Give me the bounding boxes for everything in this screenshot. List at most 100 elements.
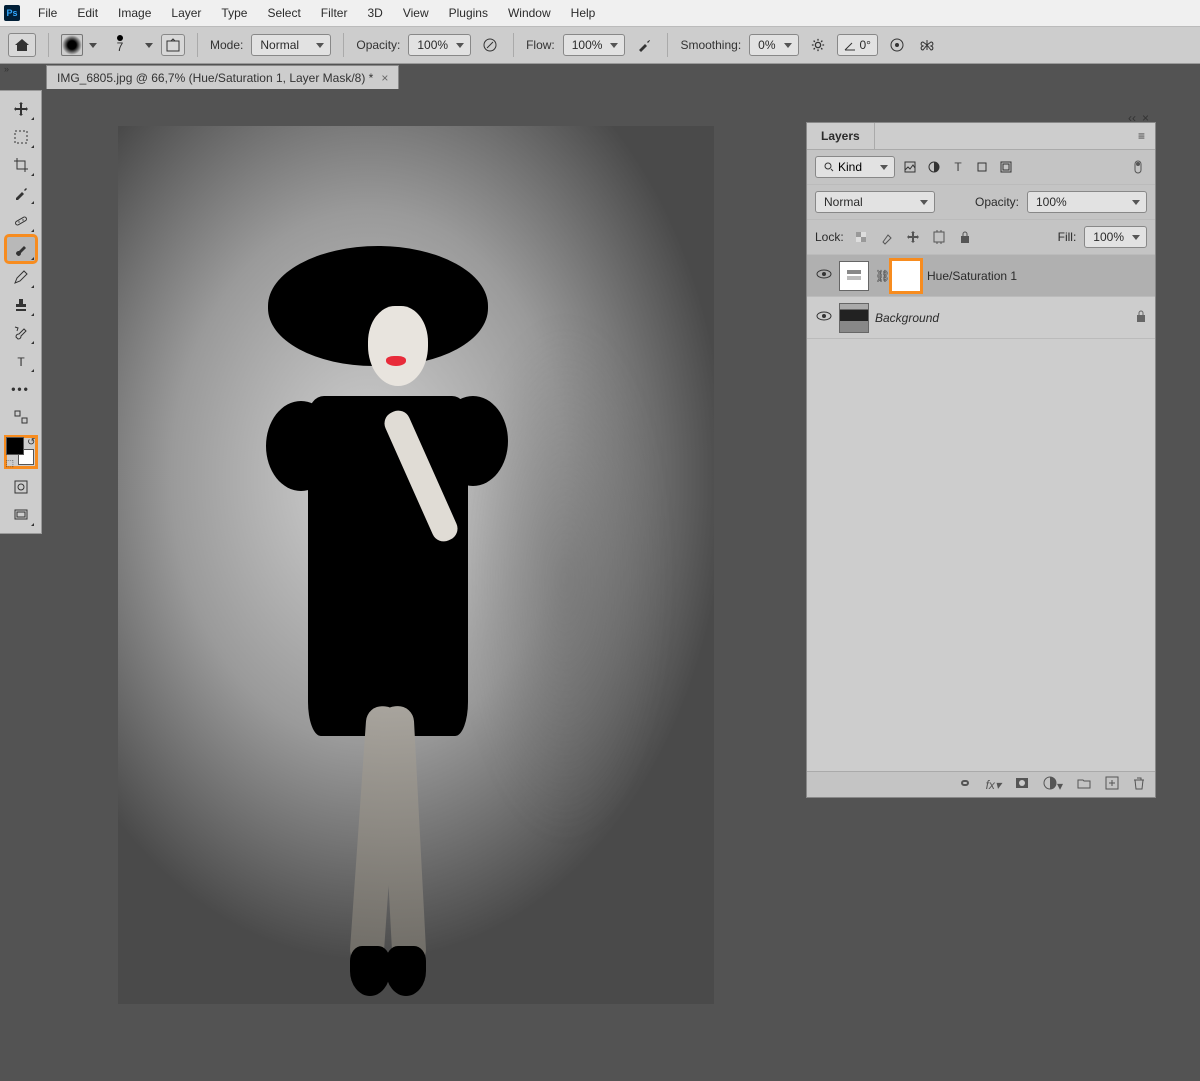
layer-name[interactable]: Hue/Saturation 1 [927, 269, 1147, 283]
blend-mode-select[interactable]: Normal [251, 34, 331, 56]
eyedropper-tool[interactable] [6, 180, 36, 206]
layer-mask-thumbnail[interactable] [891, 260, 921, 292]
layer-name[interactable]: Background [875, 311, 1129, 325]
filter-smart-icon[interactable] [997, 158, 1015, 176]
airbrush-button[interactable] [633, 34, 655, 56]
brush-tool[interactable] [6, 236, 36, 262]
lock-position-button[interactable] [904, 228, 922, 246]
pen-pressure-icon [482, 37, 498, 53]
brush-size-display[interactable]: 7 [105, 35, 135, 54]
filter-adjustment-icon[interactable] [925, 158, 943, 176]
layer-row-background[interactable]: Background [807, 297, 1155, 339]
brush-settings-button[interactable] [161, 34, 185, 56]
foreground-color-swatch[interactable] [6, 437, 24, 455]
menu-plugins[interactable]: Plugins [439, 1, 498, 25]
quickmask-tool[interactable] [6, 474, 36, 500]
document-canvas[interactable] [118, 126, 714, 1004]
home-button[interactable] [8, 33, 36, 57]
link-layers-button[interactable] [958, 777, 972, 792]
layers-panel-footer: fx▾ ▾ [807, 771, 1155, 797]
bandage-icon [13, 213, 29, 229]
workspace: » IMG_6805.jpg @ 66,7% (Hue/Saturation 1… [0, 64, 1200, 1081]
edit-toolbar-button[interactable] [6, 404, 36, 430]
target-icon [889, 37, 905, 53]
layer-opacity-select[interactable]: 100% [1027, 191, 1147, 213]
menu-image[interactable]: Image [108, 1, 161, 25]
brush-preset-picker[interactable] [61, 34, 97, 56]
swap-colors-icon[interactable]: ↺ [27, 437, 35, 448]
crop-tool[interactable] [6, 152, 36, 178]
history-brush-tool[interactable] [6, 320, 36, 346]
layer-fill-select[interactable]: 100% [1084, 226, 1147, 248]
brush-size-value: 7 [117, 41, 124, 54]
new-group-button[interactable] [1077, 777, 1091, 792]
collapse-panel-button[interactable]: ‹‹ [1128, 111, 1136, 125]
lock-artboard-button[interactable] [930, 228, 948, 246]
lock-image-button[interactable] [878, 228, 896, 246]
menu-select[interactable]: Select [257, 1, 310, 25]
filter-shape-icon[interactable] [973, 158, 991, 176]
menu-3d[interactable]: 3D [357, 1, 392, 25]
foreground-background-colors[interactable]: ↺ ⬚ [6, 437, 36, 467]
brush-angle-input[interactable]: 0° [837, 34, 878, 56]
airbrush-icon [636, 37, 652, 53]
filter-kind-select[interactable]: Kind [815, 156, 895, 178]
smoothing-select[interactable]: 0% [749, 34, 798, 56]
delete-layer-button[interactable] [1133, 776, 1145, 793]
menu-filter[interactable]: Filter [311, 1, 358, 25]
more-tools[interactable]: ••• [6, 376, 36, 402]
panel-menu-button[interactable]: ≡ [1128, 123, 1155, 149]
link-mask-icon[interactable]: ⛓ [875, 269, 885, 283]
close-panel-button[interactable]: × [1142, 111, 1149, 125]
chevron-down-icon[interactable] [145, 43, 153, 48]
visibility-toggle[interactable] [815, 310, 833, 325]
adjustment-thumbnail[interactable] [839, 261, 869, 291]
fill-label: Fill: [1058, 230, 1077, 244]
menu-edit[interactable]: Edit [67, 1, 108, 25]
layer-thumbnail[interactable] [839, 303, 869, 333]
layer-fx-button[interactable]: fx▾ [986, 778, 1001, 792]
pencil-icon [13, 269, 29, 285]
menu-file[interactable]: File [28, 1, 67, 25]
layers-tab[interactable]: Layers [807, 123, 875, 149]
mixer-brush-tool[interactable] [6, 264, 36, 290]
symmetry-button[interactable] [916, 34, 938, 56]
menu-layer[interactable]: Layer [161, 1, 211, 25]
menu-bar: Ps File Edit Image Layer Type Select Fil… [0, 0, 1200, 26]
collapse-panels-button[interactable]: » [4, 64, 9, 74]
filter-type-icon[interactable]: T [949, 158, 967, 176]
flow-select[interactable]: 100% [563, 34, 626, 56]
stamp-tool[interactable] [6, 292, 36, 318]
new-layer-button[interactable] [1105, 776, 1119, 793]
folder-icon [1077, 777, 1091, 789]
default-colors-icon[interactable]: ⬚ [6, 458, 15, 469]
filter-pixel-icon[interactable] [901, 158, 919, 176]
layer-blend-mode-select[interactable]: Normal [815, 191, 935, 213]
move-tool[interactable] [6, 96, 36, 122]
layer-row-hue-saturation[interactable]: ⛓ Hue/Saturation 1 [807, 255, 1155, 297]
close-tab-button[interactable]: × [381, 71, 388, 85]
menu-help[interactable]: Help [561, 1, 606, 25]
pressure-size-button[interactable] [886, 34, 908, 56]
filter-toggle[interactable] [1129, 158, 1147, 176]
add-mask-button[interactable] [1015, 777, 1029, 792]
document-tab[interactable]: IMG_6805.jpg @ 66,7% (Hue/Saturation 1, … [46, 65, 399, 89]
screen-mode-tool[interactable] [6, 502, 36, 528]
opacity-select[interactable]: 100% [408, 34, 471, 56]
smoothing-settings-button[interactable] [807, 34, 829, 56]
menu-view[interactable]: View [393, 1, 439, 25]
lock-all-button[interactable] [956, 228, 974, 246]
stamp-icon [13, 297, 29, 313]
new-adjustment-button[interactable]: ▾ [1043, 776, 1063, 793]
pressure-opacity-button[interactable] [479, 34, 501, 56]
menu-window[interactable]: Window [498, 1, 561, 25]
app-logo: Ps [4, 5, 20, 21]
quickmask-icon [13, 479, 29, 495]
visibility-toggle[interactable] [815, 268, 833, 283]
healing-tool[interactable] [6, 208, 36, 234]
type-tool[interactable]: T [6, 348, 36, 374]
options-bar: 7 Mode: Normal Opacity: 100% Flow: 100% … [0, 26, 1200, 64]
menu-type[interactable]: Type [211, 1, 257, 25]
marquee-tool[interactable] [6, 124, 36, 150]
lock-transparency-button[interactable] [852, 228, 870, 246]
